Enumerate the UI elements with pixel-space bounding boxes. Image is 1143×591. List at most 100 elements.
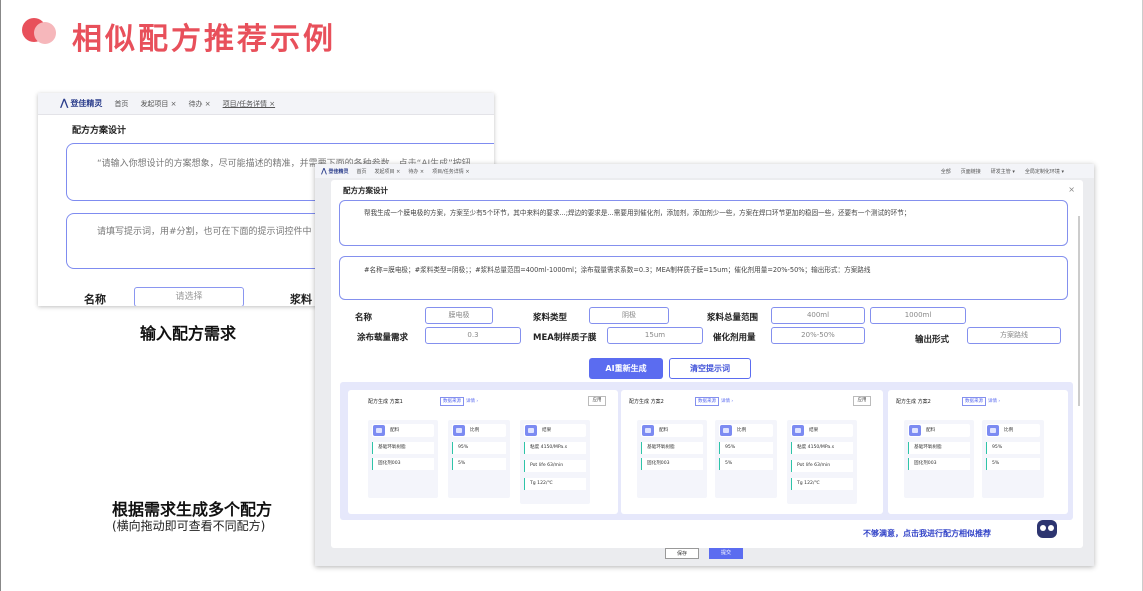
- table-cell: 固化剂003: [372, 458, 434, 470]
- table-cell: Tg 122/℃: [524, 478, 586, 490]
- column-header: 结果: [791, 424, 853, 437]
- column-header: 配料: [372, 424, 434, 437]
- table-cell: 95%: [719, 442, 773, 454]
- result-icon: [525, 425, 537, 436]
- ingredient-column: 配料 基础环氧树脂 固化剂003: [637, 420, 707, 498]
- detail-link[interactable]: 详情 ›: [721, 398, 733, 404]
- ingredient-column: 配料 基础环氧树脂 固化剂003: [904, 420, 974, 498]
- card-title: 配方生成 方案1: [368, 399, 403, 405]
- similar-recommend-link[interactable]: 不够满意，点击我进行配方相似推荐: [863, 528, 991, 539]
- table-cell: Pot life 63/min: [791, 460, 853, 472]
- modal-title: 配方方案设计: [343, 186, 388, 195]
- table-cell: 5%: [986, 458, 1040, 470]
- table-cell: Pot life 63/min: [524, 460, 586, 472]
- result-column: 结果 粘度 4150/MPa.s Pot life 63/min Tg 122/…: [520, 420, 590, 504]
- app-topbar: ⋀ 登佳精灵 首页 发起项目 × 待办 × 项目/任务详情 ×: [38, 93, 494, 115]
- detail-link[interactable]: 详情 ›: [988, 398, 1000, 404]
- detail-link[interactable]: 详情 ›: [466, 398, 478, 404]
- output-form-label: 输出形式: [915, 335, 950, 345]
- name-input[interactable]: 膜电极: [425, 307, 493, 324]
- tab-home[interactable]: 首页: [357, 168, 367, 175]
- table-cell: 基础环氧树脂: [641, 442, 703, 454]
- table-cell: 基础环氧树脂: [908, 442, 970, 454]
- app-topbar: ⋀ 登佳精灵 首页 发起项目 × 待办 × 项目/任务详情 × 全部 页面链接 …: [315, 164, 1094, 178]
- scheme-text: 帮我生成一个膜电极的方案，方案至少有5个环节，其中来料的要求...;焊边的要求是…: [364, 209, 911, 217]
- table-cell: 基础环氧树脂: [372, 442, 434, 454]
- tab-home[interactable]: 首页: [114, 99, 128, 109]
- panel-title: 配方方案设计: [72, 126, 127, 136]
- ingredient-icon: [373, 425, 385, 436]
- env-menu[interactable]: 全局定制化环境 ▾: [1025, 168, 1064, 175]
- modal-scrollbar[interactable]: [1078, 216, 1080, 406]
- slurry-type-label: 浆料类型: [533, 313, 568, 323]
- owl-assistant-icon[interactable]: [1037, 520, 1057, 538]
- ingredient-icon: [642, 425, 654, 436]
- clear-prompt-button[interactable]: 清空提示词: [669, 358, 751, 379]
- ratio-column: 比例 95% 5%: [448, 420, 510, 498]
- recipe-card-1: 配方生成 方案1 数据来源 详情 › 应用 配料 基础环氧树脂 固化剂003 比…: [348, 390, 618, 514]
- slide-title: 相似配方推荐示例: [72, 22, 336, 57]
- tab-project-detail[interactable]: 项目/任务详情 ×: [223, 99, 275, 109]
- save-button[interactable]: 保存: [665, 548, 699, 559]
- ratio-column: 比例 95% 5%: [715, 420, 777, 498]
- output-form-input[interactable]: 方案路线: [967, 327, 1061, 344]
- result-column: 结果 粘度 4150/MPa.s Pot life 63/min Tg 122/…: [787, 420, 857, 504]
- mea-membrane-input[interactable]: 15um: [607, 327, 703, 344]
- name-select[interactable]: 请选择: [134, 287, 244, 306]
- column-header: 配料: [908, 424, 970, 437]
- prompt-placeholder: 请填写提示词，用#分割，也可在下面的提示词控件中: [97, 227, 312, 237]
- table-cell: 固化剂003: [641, 458, 703, 470]
- table-cell: 粘度 4150/MPa.s: [791, 442, 853, 454]
- brand-logo-icon: ⋀: [60, 98, 69, 109]
- scheme-textarea[interactable]: 帮我生成一个膜电极的方案，方案至少有5个环节，其中来料的要求...;焊边的要求是…: [339, 200, 1068, 246]
- result-icon: [792, 425, 804, 436]
- mea-membrane-label: MEA制样质子膜: [533, 333, 597, 343]
- apply-button[interactable]: 应用: [588, 396, 606, 406]
- table-cell: 95%: [452, 442, 506, 454]
- close-icon[interactable]: ×: [1068, 185, 1075, 194]
- ingredient-icon: [909, 425, 921, 436]
- catalyst-amount-input[interactable]: 20%-50%: [771, 327, 865, 344]
- recipe-cards-scroller[interactable]: 配方生成 方案1 数据来源 详情 › 应用 配料 基础环氧树脂 固化剂003 比…: [340, 382, 1073, 520]
- tab-start-project[interactable]: 发起项目 ×: [140, 99, 176, 109]
- tab-project-detail[interactable]: 项目/任务详情 ×: [432, 168, 469, 175]
- data-source-tag[interactable]: 数据来源: [440, 397, 464, 406]
- column-header: 比例: [719, 424, 773, 437]
- ratio-icon: [720, 425, 732, 436]
- tab-todo[interactable]: 待办 ×: [189, 99, 211, 109]
- coating-load-label: 涂布载量需求: [357, 333, 409, 343]
- slurry-type-input[interactable]: 阴极: [589, 307, 669, 324]
- tab-start-project[interactable]: 发起项目 ×: [375, 168, 401, 175]
- table-cell: 95%: [986, 442, 1040, 454]
- recipe-card-3: 配方生成 方案2 数据来源 详情 › 配料 基础环氧树脂 固化剂003 比例 9…: [888, 390, 1068, 514]
- ingredient-column: 配料 基础环氧树脂 固化剂003: [368, 420, 438, 498]
- coating-load-input[interactable]: 0.3: [425, 327, 521, 344]
- page-link[interactable]: 页面链接: [961, 168, 981, 175]
- column-header: 比例: [986, 424, 1040, 437]
- tab-todo[interactable]: 待办 ×: [408, 168, 424, 175]
- topbar-right: 全部 页面链接 研发主管 ▾ 全局定制化环境 ▾: [941, 168, 1094, 175]
- data-source-tag[interactable]: 数据来源: [962, 397, 986, 406]
- prompt-textarea[interactable]: #名称=膜电极；#浆料类型=阴极；；#浆料总量范围=400ml-1000ml；涂…: [339, 256, 1068, 300]
- recipe-modal: 配方方案设计 × 帮我生成一个膜电极的方案，方案至少有5个环节，其中来料的要求.…: [331, 180, 1083, 548]
- ai-regenerate-button[interactable]: AI重新生成: [589, 358, 663, 379]
- column-header: 比例: [452, 424, 506, 437]
- table-cell: 固化剂003: [908, 458, 970, 470]
- slurry-total-max-input[interactable]: 1000ml: [870, 307, 966, 324]
- table-cell: 5%: [452, 458, 506, 470]
- user-menu[interactable]: 研发主管 ▾: [991, 168, 1015, 175]
- slurry-total-label: 浆料总量范围: [707, 313, 759, 323]
- name-select-placeholder: 请选择: [175, 292, 203, 302]
- brand-logo: ⋀ 登佳精灵: [321, 167, 349, 175]
- prompt-text: #名称=膜电极；#浆料类型=阴极；；#浆料总量范围=400ml-1000ml；涂…: [364, 266, 871, 274]
- ratio-icon: [453, 425, 465, 436]
- card-title: 配方生成 方案2: [629, 399, 664, 405]
- title-bullet-dot-light: [34, 22, 56, 44]
- apply-button[interactable]: 应用: [853, 396, 871, 406]
- ratio-column: 比例 95% 5%: [982, 420, 1044, 498]
- name-label: 名称: [355, 313, 373, 323]
- all-menu[interactable]: 全部: [941, 168, 951, 175]
- slurry-total-min-input[interactable]: 400ml: [771, 307, 865, 324]
- submit-button[interactable]: 提交: [709, 548, 743, 559]
- data-source-tag[interactable]: 数据来源: [695, 397, 719, 406]
